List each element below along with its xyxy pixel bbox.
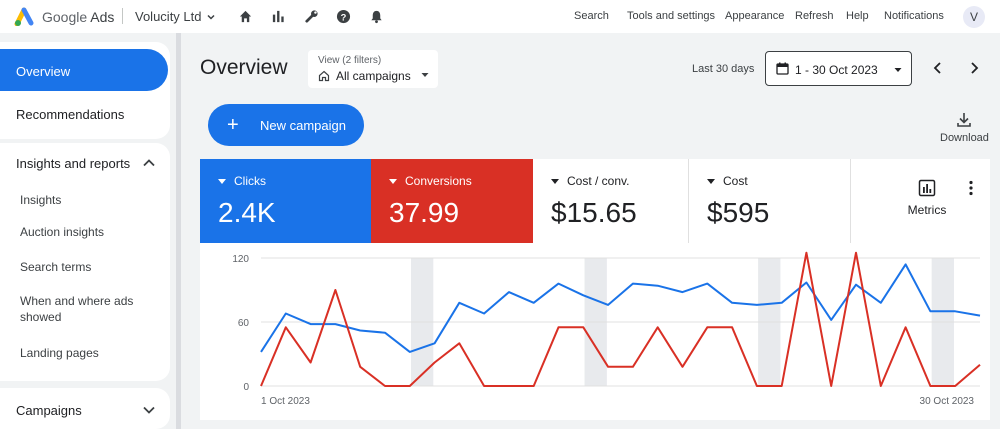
home-icon[interactable] — [236, 7, 254, 25]
y-tick-label: 60 — [238, 318, 250, 329]
metric-value: $595 — [707, 197, 770, 228]
svg-text:?: ? — [340, 12, 346, 22]
sidebar-section-insights[interactable]: Insights and reports — [16, 156, 130, 171]
x-tick-label: 30 Oct 2023 — [920, 396, 975, 407]
calendar-icon — [776, 62, 789, 75]
brand-primary: Google — [42, 9, 88, 25]
notifications-icon[interactable] — [367, 7, 385, 25]
plus-icon: + — [227, 114, 239, 136]
account-name: Volucity Ltd — [135, 9, 202, 24]
sidebar-item-recommendations[interactable]: Recommendations — [16, 107, 124, 122]
sidebar-item-when-where[interactable]: When and where ads showed — [20, 293, 145, 325]
download-icon — [957, 113, 971, 127]
reports-icon[interactable] — [269, 7, 287, 25]
date-range-label: Last 30 days — [692, 63, 755, 75]
metrics-label: Metrics — [907, 203, 947, 217]
metric-conversions[interactable]: Conversions 37.99 — [371, 159, 533, 243]
new-campaign-button[interactable]: + New campaign — [208, 104, 364, 146]
brand-divider — [122, 8, 123, 24]
view-filter-value: All campaigns — [336, 69, 411, 83]
brand-name: Google Ads — [42, 9, 114, 25]
date-range-value: 1 - 30 Oct 2023 — [795, 63, 878, 77]
sidebar-item-auction-insights[interactable]: Auction insights — [20, 224, 104, 240]
view-filter-dropdown[interactable]: View (2 filters) All campaigns — [308, 50, 438, 88]
metric-name: Clicks — [234, 174, 266, 188]
bar-chart-icon — [918, 179, 936, 197]
sidebar-item-search-terms[interactable]: Search terms — [20, 259, 91, 275]
next-period-icon[interactable] — [967, 61, 981, 75]
dropdown-arrow-icon — [218, 178, 226, 184]
metric-name: Conversions — [405, 174, 472, 188]
google-ads-logo-icon — [14, 7, 34, 26]
avatar[interactable]: V — [963, 6, 985, 28]
more-vert-icon[interactable] — [968, 180, 974, 196]
brand-product: Ads — [90, 9, 115, 25]
home-icon — [318, 70, 330, 82]
dropdown-arrow-icon — [894, 68, 902, 72]
notifications-link[interactable]: Notifications — [884, 10, 944, 22]
refresh-link[interactable]: Refresh — [795, 10, 834, 22]
new-campaign-label: New campaign — [260, 118, 346, 133]
sidebar-section-campaigns[interactable]: Campaigns — [16, 403, 82, 418]
metric-clicks[interactable]: Clicks 2.4K — [200, 159, 371, 243]
top-bar: Google Ads Volucity Ltd ? Search Tools a… — [0, 0, 1000, 33]
x-tick-label: 1 Oct 2023 — [261, 396, 310, 407]
view-filter-label: View (2 filters) — [318, 55, 382, 66]
metric-value: 2.4K — [218, 197, 276, 228]
sidebar-scrollbar[interactable] — [176, 33, 181, 429]
appearance-link[interactable]: Appearance — [725, 10, 784, 22]
y-tick-label: 0 — [243, 382, 249, 393]
dropdown-arrow-icon — [551, 178, 559, 184]
sidebar-item-insights[interactable]: Insights — [20, 192, 61, 208]
chevron-down-icon[interactable] — [142, 403, 156, 417]
metric-value: 37.99 — [389, 197, 460, 228]
tools-settings-link[interactable]: Tools and settings — [627, 10, 715, 22]
metric-cost[interactable]: Cost $595 — [689, 159, 851, 243]
previous-period-icon[interactable] — [931, 61, 945, 75]
metric-cost-per-conversion[interactable]: Cost / conv. $15.65 — [533, 159, 689, 243]
metric-name: Cost / conv. — [567, 174, 630, 188]
chevron-up-icon[interactable] — [142, 156, 156, 170]
help-icon[interactable]: ? — [334, 7, 352, 25]
sidebar-item-landing-pages[interactable]: Landing pages — [20, 345, 99, 361]
y-tick-label: 120 — [232, 254, 249, 265]
dropdown-arrow-icon — [421, 73, 429, 77]
date-range-picker[interactable]: 1 - 30 Oct 2023 — [765, 51, 912, 86]
account-switcher[interactable]: Volucity Ltd — [135, 9, 216, 24]
download-label: Download — [940, 132, 989, 144]
series-line-conversions — [260, 251, 981, 387]
metrics-bar: Clicks 2.4K Conversions 37.99 Cost / con… — [200, 159, 990, 243]
dropdown-arrow-icon — [707, 178, 715, 184]
download-button[interactable]: Download — [940, 112, 989, 144]
sidebar-item-overview[interactable]: Overview — [0, 49, 168, 91]
metric-name: Cost — [723, 174, 748, 188]
line-chart: 0 60 120 1 Oct 2023 30 Oct 2023 — [232, 251, 981, 407]
chevron-down-icon — [206, 14, 215, 20]
performance-chart: 0 60 120 1 Oct 2023 30 Oct 2023 — [200, 243, 990, 420]
page-title: Overview — [200, 56, 288, 79]
metrics-button[interactable]: Metrics — [902, 179, 952, 217]
search-link[interactable]: Search — [574, 10, 609, 22]
tools-icon[interactable] — [302, 7, 320, 25]
metric-value: $15.65 — [551, 197, 637, 228]
help-link[interactable]: Help — [846, 10, 869, 22]
dropdown-arrow-icon — [389, 178, 397, 184]
